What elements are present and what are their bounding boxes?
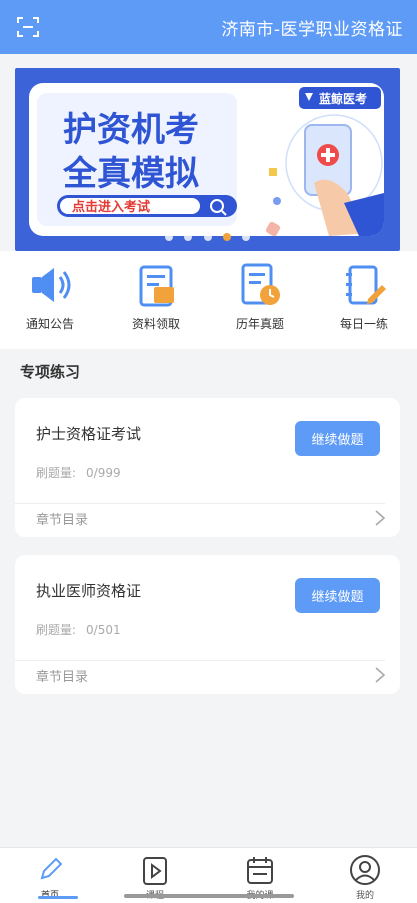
scan-icon[interactable]	[16, 15, 40, 39]
calendar-icon	[247, 857, 273, 884]
quick-item-daily[interactable]: 每日一练	[314, 261, 414, 332]
chevron-right-icon[interactable]	[374, 666, 386, 684]
count-value: 0/501	[86, 623, 121, 637]
quick-label: 每日一练	[339, 317, 388, 331]
quick-menu: 通知公告 资料领取 历年真题 每日一练	[0, 251, 417, 349]
exam-paper-icon	[241, 263, 280, 305]
question-count: 刷题量: 0/501	[36, 621, 121, 638]
tab-profile[interactable]: 我的	[325, 854, 405, 901]
divider	[15, 503, 385, 504]
tab-home[interactable]: 首页	[10, 854, 90, 901]
quick-item-materials[interactable]: 资料领取	[106, 261, 206, 332]
continue-button[interactable]: 继续做题	[295, 578, 380, 613]
active-tab-indicator	[38, 896, 78, 899]
practice-card[interactable]: 护士资格证考试 继续做题 刷题量: 0/999 章节目录	[15, 398, 400, 537]
banner-card: 护资机考 全真模拟 点击进入考试 蓝鲸医考	[29, 83, 384, 236]
video-icon	[143, 857, 167, 885]
daily-practice-icon	[346, 265, 386, 305]
banner-dot[interactable]	[203, 233, 212, 241]
quick-item-notice[interactable]: 通知公告	[0, 261, 100, 332]
top-bar: 济南市-医学职业资格证	[0, 0, 417, 54]
banner-cta: 点击进入考试	[72, 199, 150, 215]
continue-button[interactable]: 继续做题	[295, 421, 380, 456]
user-icon	[350, 855, 380, 885]
card-title: 护士资格证考试	[36, 425, 142, 443]
banner-line1: 护资机考	[63, 110, 199, 150]
question-count: 刷题量: 0/999	[36, 464, 121, 481]
quick-label: 资料领取	[131, 317, 180, 331]
header-title: 济南市-医学职业资格证	[221, 20, 403, 40]
banner-line2: 全真模拟	[62, 154, 199, 194]
banner-pagination[interactable]	[15, 226, 400, 245]
chapter-link[interactable]: 章节目录	[36, 509, 88, 528]
banner-dot[interactable]	[184, 233, 193, 241]
quick-label: 通知公告	[25, 317, 74, 331]
banner-dot[interactable]	[165, 233, 174, 241]
pencil-icon	[40, 857, 63, 880]
document-icon	[139, 265, 174, 307]
quick-item-past-papers[interactable]: 历年真题	[210, 261, 310, 332]
section-title: 专项练习	[20, 363, 81, 381]
tab-label: 首页	[10, 888, 90, 901]
card-title: 执业医师资格证	[36, 582, 142, 600]
banner-dot-active[interactable]	[222, 233, 231, 241]
promo-banner[interactable]: 护资机考 全真模拟 点击进入考试 蓝鲸医考	[15, 68, 400, 251]
count-label: 刷题量:	[36, 623, 77, 637]
quick-label: 历年真题	[235, 317, 284, 331]
tab-label: 我的	[355, 891, 374, 901]
count-label: 刷题量:	[36, 466, 77, 480]
chevron-right-icon[interactable]	[374, 509, 386, 527]
banner-artwork: 护资机考 全真模拟 点击进入考试 蓝鲸医考	[37, 87, 384, 236]
banner-brand: 蓝鲸医考	[319, 91, 367, 106]
home-indicator	[124, 894, 294, 898]
practice-card[interactable]: 执业医师资格证 继续做题 刷题量: 0/501 章节目录	[15, 555, 400, 694]
divider	[15, 660, 385, 661]
banner-dot[interactable]	[241, 233, 250, 241]
chapter-link[interactable]: 章节目录	[36, 666, 88, 685]
count-value: 0/999	[86, 466, 121, 480]
speaker-icon	[32, 268, 71, 302]
